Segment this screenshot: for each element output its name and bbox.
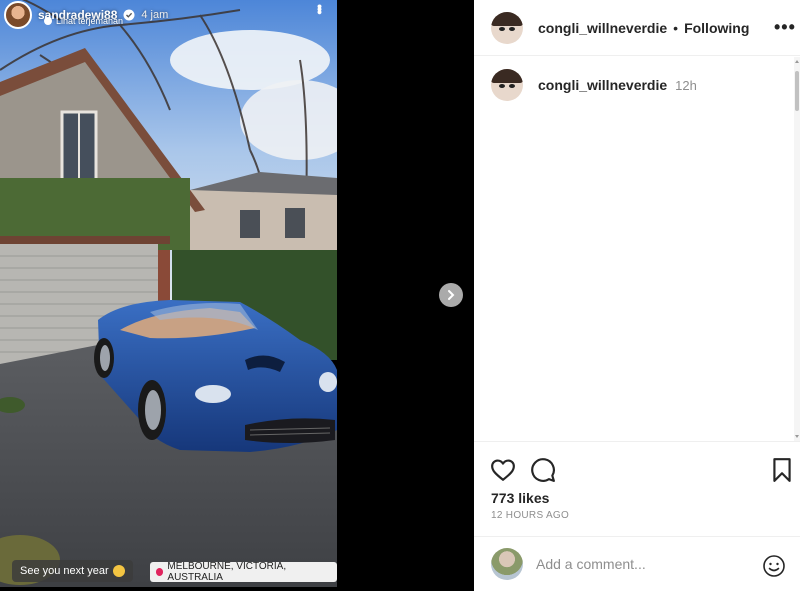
location-text: MELBOURNE, VICTORIA, AUSTRALIA xyxy=(167,561,287,583)
story-more-icon[interactable]: ••• xyxy=(312,4,328,13)
post-media[interactable]: sandradewi88 4 jam Lihat terjemahan ••• … xyxy=(0,0,337,587)
post-timestamp: 12 HOURS AGO xyxy=(491,510,570,521)
location-sticker[interactable]: MELBOURNE, VICTORIA, AUSTRALIA xyxy=(150,561,337,583)
post-header: congli_willneverdie • Following ••• xyxy=(474,0,800,56)
translate-label: Lihat terjemahan xyxy=(56,16,124,26)
chevron-right-icon xyxy=(448,290,455,300)
story-time: 4 jam xyxy=(141,9,169,21)
caption-row: congli_willneverdie 12h xyxy=(491,69,697,101)
caption-avatar[interactable] xyxy=(491,69,523,101)
story-caption: See you next year xyxy=(12,560,133,582)
story-translate[interactable]: Lihat terjemahan xyxy=(44,16,123,26)
comments-area[interactable]: congli_willneverdie 12h xyxy=(474,57,794,441)
caption-time: 12h xyxy=(675,77,697,93)
story-avatar[interactable] xyxy=(4,1,32,29)
author-username[interactable]: congli_willneverdie xyxy=(538,20,667,36)
emoji-icon[interactable] xyxy=(762,554,786,578)
media-bottom-strip xyxy=(0,587,474,591)
header-separator: • xyxy=(673,19,679,36)
scroll-up-arrow-icon[interactable] xyxy=(795,60,799,63)
like-count[interactable]: 773 likes xyxy=(491,490,549,506)
comment-input[interactable] xyxy=(536,556,756,572)
caption-username[interactable]: congli_willneverdie xyxy=(538,77,667,93)
comment-bar xyxy=(474,536,800,591)
author-avatar[interactable] xyxy=(491,11,523,44)
more-options-icon[interactable]: ••• xyxy=(774,17,796,38)
story-caption-text: See you next year xyxy=(20,565,109,577)
heart-icon[interactable] xyxy=(490,457,516,483)
scroll-thumb[interactable] xyxy=(795,71,799,111)
translate-icon xyxy=(44,17,52,25)
grin-emoji-icon xyxy=(112,565,125,577)
post-photo xyxy=(0,0,337,587)
bookmark-icon[interactable] xyxy=(769,457,795,483)
post-actions: 773 likes 12 HOURS AGO xyxy=(474,441,800,536)
viewer-avatar xyxy=(491,548,523,580)
scroll-down-arrow-icon[interactable] xyxy=(795,435,799,438)
verified-badge-icon xyxy=(123,9,135,21)
comments-scrollbar[interactable] xyxy=(794,57,800,441)
next-media-button[interactable] xyxy=(439,283,463,307)
post-side-panel: congli_willneverdie • Following ••• cong… xyxy=(474,0,800,591)
following-button[interactable]: Following xyxy=(684,20,749,36)
comment-icon[interactable] xyxy=(530,457,556,483)
location-pin-icon xyxy=(156,568,164,576)
